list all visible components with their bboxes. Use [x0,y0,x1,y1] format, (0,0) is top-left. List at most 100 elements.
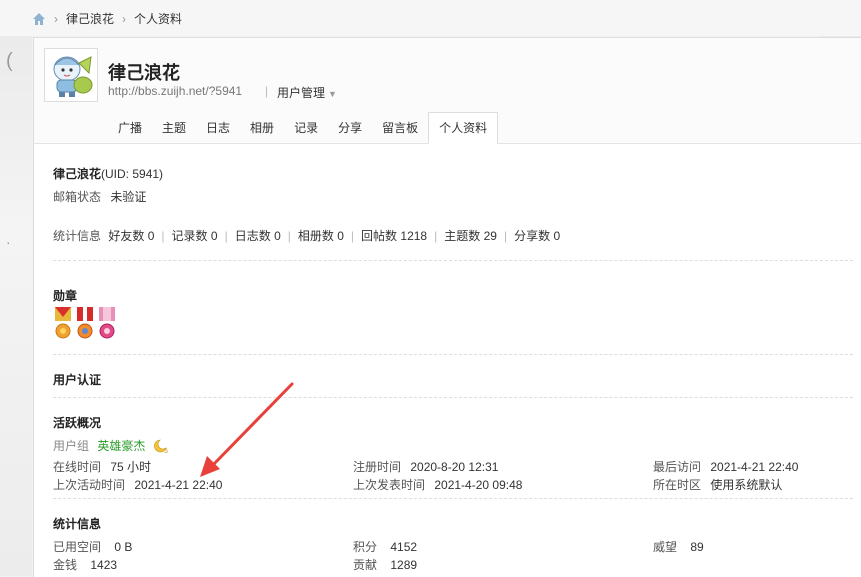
divider: | [224,229,228,243]
tab-profile[interactable]: 个人资料 [428,112,499,144]
user-management-label: 用户管理 [277,86,326,100]
stat-replies[interactable]: 回帖数 1218 [361,229,427,243]
stat-topics[interactable]: 主题数 29 [444,229,497,243]
user-group: 用户组 英雄豪杰 5 [53,437,170,455]
money: 金钱 1423 [53,556,117,573]
user-name: 律己浪花 [53,167,102,181]
last-post-label: 上次发表时间 [353,478,426,492]
tab-topics[interactable]: 主题 [152,113,196,143]
svg-text:5: 5 [164,448,168,454]
register-time: 注册时间 2020-8-20 12:31 [353,458,498,475]
divider: | [434,229,438,243]
timezone-label: 所在时区 [653,478,702,492]
money-value: 1423 [90,558,118,572]
breadcrumb-separator: › [122,11,127,26]
stats-line: 统计信息 好友数 0 | 记录数 0 | 日志数 0 | 相册数 0 | 回帖数 1218 | 主题… [53,227,560,244]
email-status-value: 未验证 [110,190,147,204]
last-post-value: 2021-4-20 09:48 [434,478,523,492]
top-bar: › 律己浪花 › 个人资料 [0,0,861,36]
contribution-value: 1289 [390,558,418,572]
profile-header: 律己浪花 http://bbs.zuijh.net/?5941 | 用户管理 ▼ … [34,38,861,144]
avatar[interactable] [44,48,98,102]
section-divider [53,260,853,261]
prestige: 威望 89 [653,538,704,555]
prestige-label: 威望 [653,540,678,554]
register-time-value: 2020-8-20 12:31 [410,460,499,474]
section-divider [53,397,853,398]
page-background-left: ( · [0,0,32,576]
contribution: 贡献 1289 [353,556,417,573]
last-visit-value: 2021-4-21 22:40 [710,460,799,474]
last-active: 上次活动时间 2021-4-21 22:40 [53,476,222,493]
profile-url[interactable]: http://bbs.zuijh.net/?5941 [108,84,242,98]
last-active-value: 2021-4-21 22:40 [134,478,223,492]
home-icon[interactable] [32,12,46,26]
background-decoration: ( [6,50,13,72]
last-visit: 最后访问 2021-4-21 22:40 [653,458,798,475]
divider: | [161,229,165,243]
user-group-value[interactable]: 英雄豪杰 [97,439,145,453]
last-active-label: 上次活动时间 [53,478,126,492]
points: 积分 4152 [353,538,417,555]
email-status-label: 邮箱状态 [53,190,102,204]
stat-albums[interactable]: 相册数 0 [298,229,344,243]
last-visit-label: 最后访问 [653,460,702,474]
chevron-down-icon: ▼ [328,89,337,99]
section-divider [53,498,853,499]
tab-blog[interactable]: 日志 [196,113,240,143]
profile-username: 律己浪花 [108,63,180,83]
points-value: 4152 [390,540,418,554]
certification-title: 用户认证 [53,373,102,387]
medal-icon[interactable] [75,307,95,341]
online-time-value: 75 小时 [110,460,152,474]
background-decoration: · [6,234,11,250]
user-management-dropdown[interactable]: 用户管理 ▼ [277,84,337,101]
divider: | [265,84,269,98]
tab-records[interactable]: 记录 [284,113,328,143]
user-name-uid: 律己浪花(UID: 5941) [53,165,163,182]
last-post: 上次发表时间 2021-4-20 09:48 [353,476,522,493]
timezone: 所在时区 使用系统默认 [653,476,782,493]
tab-guestbook[interactable]: 留言板 [372,113,428,143]
profile-card: 律己浪花 http://bbs.zuijh.net/?5941 | 用户管理 ▼ … [33,37,861,577]
divider: | [287,229,291,243]
medals-list [53,307,117,341]
tab-share[interactable]: 分享 [328,113,372,143]
register-time-label: 注册时间 [353,460,402,474]
prestige-value: 89 [690,540,704,554]
breadcrumb-current: 个人资料 [134,12,183,26]
stat-blogs[interactable]: 日志数 0 [235,229,281,243]
divider: | [503,229,508,243]
avatar-image [45,49,97,101]
breadcrumb: › 律己浪花 › 个人资料 [32,10,182,27]
used-space-value: 0 B [114,540,133,554]
user-group-label: 用户组 [53,439,90,453]
tab-album[interactable]: 相册 [240,113,284,143]
moon-level-icon: 5 [153,439,168,455]
stat-shares[interactable]: 分享数 0 [514,229,560,243]
medal-icon[interactable] [53,307,73,341]
statistics-title: 统计信息 [53,517,102,531]
breadcrumb-link-user[interactable]: 律己浪花 [66,10,114,27]
user-uid: (UID: 5941) [101,167,164,181]
section-divider [53,354,853,355]
timezone-value: 使用系统默认 [710,478,783,492]
divider: | [350,229,355,243]
contribution-label: 贡献 [353,558,378,572]
used-space: 已用空间 0 B [53,538,132,555]
email-status: 邮箱状态 未验证 [53,188,146,205]
points-label: 积分 [353,540,378,554]
breadcrumb-separator: › [54,11,58,26]
activity-title: 活跃概况 [53,416,102,430]
medal-icon[interactable] [97,307,117,341]
money-label: 金钱 [53,558,78,572]
tab-broadcast[interactable]: 广播 [108,113,152,143]
stats-label: 统计信息 [53,229,102,243]
used-space-label: 已用空间 [53,540,102,554]
online-time-label: 在线时间 [53,460,102,474]
medals-title: 勋章 [53,289,78,303]
stat-friends[interactable]: 好友数 0 [108,229,154,243]
stat-records[interactable]: 记录数 0 [172,229,218,243]
profile-tabs: 广播 主题 日志 相册 记录 分享 留言板 个人资料 [108,112,499,144]
online-time: 在线时间 75 小时 [53,458,151,475]
